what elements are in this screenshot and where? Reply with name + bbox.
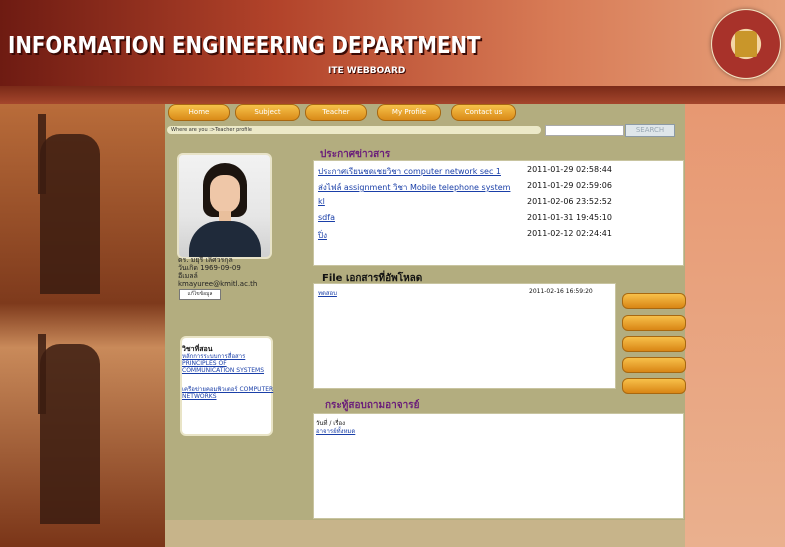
side-action-button-5[interactable]	[622, 378, 686, 394]
main-panel-footer	[165, 520, 685, 547]
header-divider	[0, 86, 785, 104]
board-link[interactable]: อาจารย์ทั้งหมด	[316, 426, 355, 436]
course-link-1[interactable]: หลักการระบบการสื่อสาร PRINCIPLES OF COMM…	[182, 353, 277, 374]
files-list	[313, 283, 616, 389]
nav-subject[interactable]: Subject	[235, 104, 300, 121]
course-1-thai: หลักการระบบการสื่อสาร	[182, 353, 246, 360]
news-date-2: 2011-01-29 02:59:06	[527, 181, 612, 190]
file-date-1: 2011-02-16 16:59:20	[529, 288, 593, 295]
news-date-3: 2011-02-06 23:52:52	[527, 197, 612, 206]
breadcrumb: Where are you :>Teacher profile	[167, 126, 541, 134]
photo-body	[189, 221, 261, 257]
side-action-button-2[interactable]	[622, 315, 686, 331]
board-list	[313, 413, 684, 519]
news-item-5[interactable]: ปิ่ง	[318, 229, 327, 242]
nav-contact-us[interactable]: Contact us	[451, 104, 516, 121]
board-title: กระทู้สอบถามอาจารย์	[325, 400, 420, 411]
news-item-1[interactable]: ประกาศเรียนชดเชยวิชา computer network se…	[318, 165, 501, 178]
side-action-button-3[interactable]	[622, 336, 686, 352]
site-title: INFORMATION ENGINEERING DEPARTMENT	[8, 33, 481, 59]
search-input[interactable]	[545, 125, 624, 136]
site-header: INFORMATION ENGINEERING DEPARTMENT ITE W…	[0, 0, 785, 92]
monument-silhouette-bottom	[40, 344, 100, 524]
file-item-1[interactable]: ทดสอบ	[318, 288, 337, 298]
monument-spire-top	[38, 114, 46, 194]
news-date-1: 2011-01-29 02:58:44	[527, 165, 612, 174]
news-item-2[interactable]: ส่งไฟล์ assignment วิชา Mobile telephone…	[318, 181, 510, 194]
seal-emblem-icon	[735, 31, 757, 57]
teacher-photo	[177, 153, 272, 259]
nav-my-profile[interactable]: My Profile	[377, 104, 441, 121]
left-decorative-image	[0, 104, 165, 547]
side-action-button-1[interactable]	[622, 293, 686, 309]
news-date-4: 2011-01-31 19:45:10	[527, 213, 612, 222]
top-navigation: Home Subject Teacher My Profile Contact …	[165, 104, 685, 121]
course-2-thai: เครือข่ายคอมพิวเตอร์	[182, 386, 238, 393]
teacher-email: kmayuree@kmitl.ac.th	[178, 280, 258, 288]
nav-teacher[interactable]: Teacher	[305, 104, 367, 121]
news-item-4[interactable]: sdfa	[318, 213, 335, 222]
nav-home[interactable]: Home	[168, 104, 230, 121]
news-date-5: 2011-02-12 02:24:41	[527, 229, 612, 238]
monument-silhouette-top	[40, 134, 100, 294]
edit-profile-button[interactable]: แก้ไขข้อมูล	[179, 289, 221, 300]
side-action-button-4[interactable]	[622, 357, 686, 373]
monument-spire-bottom	[38, 334, 46, 414]
right-decorative-panel	[685, 104, 785, 547]
search-button[interactable]: SEARCH	[625, 124, 675, 137]
site-subtitle: ITE WEBBOARD	[328, 66, 406, 76]
course-link-2[interactable]: เครือข่ายคอมพิวเตอร์ COMPUTER NETWORKS	[182, 386, 277, 400]
news-item-3[interactable]: kl	[318, 197, 325, 206]
teacher-birthdate: วันเกิด 1969-09-09	[178, 264, 241, 272]
photo-face	[210, 175, 240, 213]
teacher-email-label: อีเมลล์	[178, 272, 198, 280]
course-1-english: PRINCIPLES OF COMMUNICATION SYSTEMS	[182, 360, 265, 374]
university-seal-logo	[711, 9, 781, 79]
teacher-name: ดร. มยุรี เลิศวรกุล	[178, 256, 233, 264]
